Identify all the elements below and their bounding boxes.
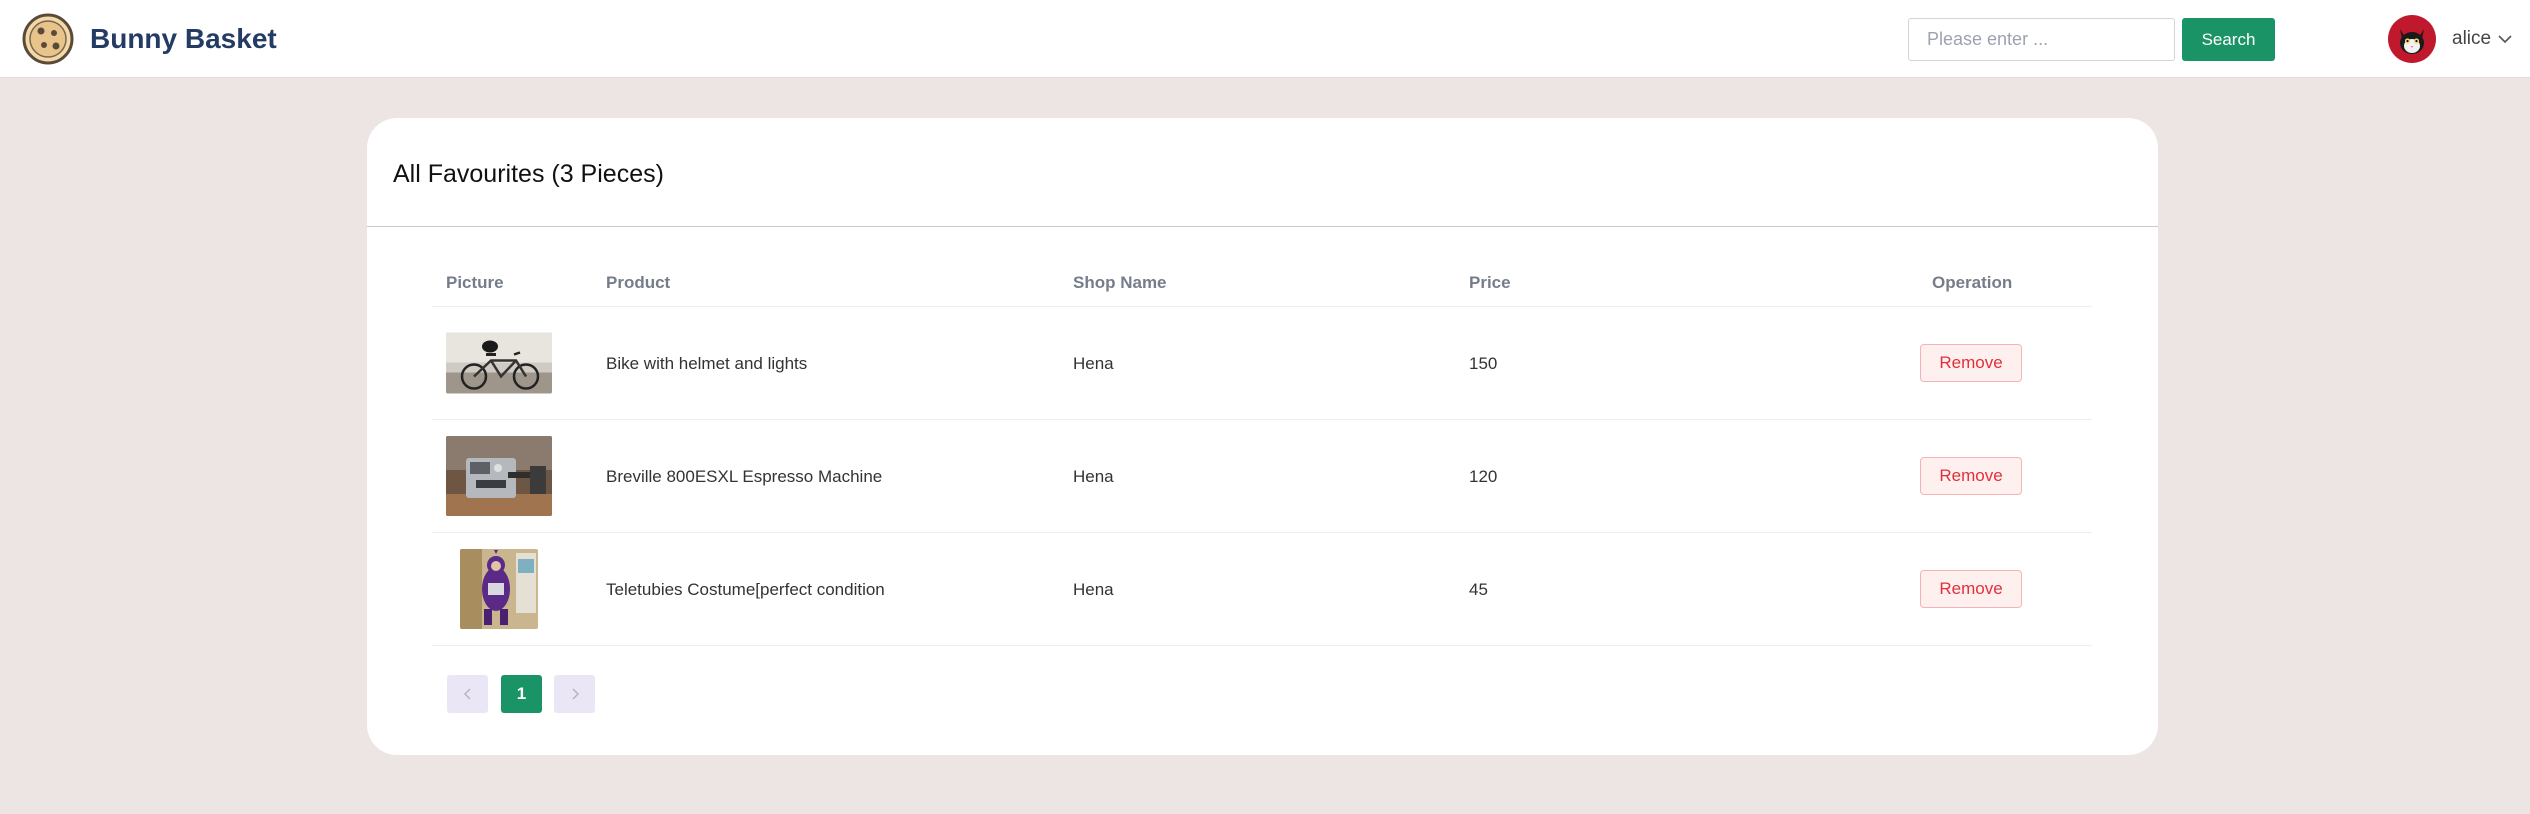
chevron-right-icon	[571, 688, 579, 700]
cookie-logo-icon[interactable]	[22, 13, 74, 65]
page-title: All Favourites (3 Pieces)	[393, 160, 664, 188]
favourites-card: All Favourites (3 Pieces) Picture Produc…	[367, 118, 2158, 755]
search-input[interactable]	[1908, 18, 2175, 61]
product-image-teletubbies-costume[interactable]	[460, 549, 538, 629]
column-header-product: Product	[606, 273, 671, 292]
shop-name: Hena	[1073, 467, 1114, 486]
product-name[interactable]: Bike with helmet and lights	[606, 307, 807, 420]
product-name[interactable]: Teletubies Costume[perfect condition	[606, 533, 885, 646]
shop-name: Hena	[1073, 580, 1114, 599]
table-header: Picture Product Shop Name Price Operatio…	[432, 258, 2092, 307]
top-header: Bunny Basket Search alice	[0, 0, 2530, 78]
chevron-left-icon	[463, 688, 471, 700]
product-image-espresso-machine[interactable]	[446, 436, 552, 516]
column-header-picture: Picture	[446, 273, 504, 292]
product-image-bike[interactable]	[446, 332, 552, 394]
remove-button[interactable]: Remove	[1920, 344, 2022, 382]
price: 120	[1469, 467, 1498, 486]
remove-button[interactable]: Remove	[1920, 457, 2022, 495]
price: 150	[1469, 354, 1498, 373]
username[interactable]: alice	[2452, 27, 2491, 51]
table-row: Breville 800ESXL Espresso Machine Hena 1…	[432, 420, 2092, 533]
product-name[interactable]: Breville 800ESXL Espresso Machine	[606, 420, 882, 533]
chevron-down-icon[interactable]	[2497, 31, 2513, 47]
shop-name: Hena	[1073, 354, 1114, 373]
previous-page-button[interactable]	[447, 675, 488, 713]
column-header-price: Price	[1469, 273, 1511, 292]
page-number-button[interactable]: 1	[501, 675, 542, 713]
next-page-button[interactable]	[554, 675, 595, 713]
search-button[interactable]: Search	[2182, 18, 2275, 61]
brand-name[interactable]: Bunny Basket	[90, 20, 277, 58]
user-avatar[interactable]	[2388, 15, 2436, 63]
table-row: Teletubies Costume[perfect condition Hen…	[432, 533, 2092, 646]
column-header-operation: Operation	[1932, 273, 2013, 292]
favourites-table: Picture Product Shop Name Price Operatio…	[432, 258, 2092, 646]
remove-button[interactable]: Remove	[1920, 570, 2022, 608]
price: 45	[1469, 580, 1488, 599]
divider	[367, 226, 2158, 227]
column-header-shop: Shop Name	[1073, 273, 1167, 292]
table-row: Bike with helmet and lights Hena 150 Rem…	[432, 307, 2092, 420]
